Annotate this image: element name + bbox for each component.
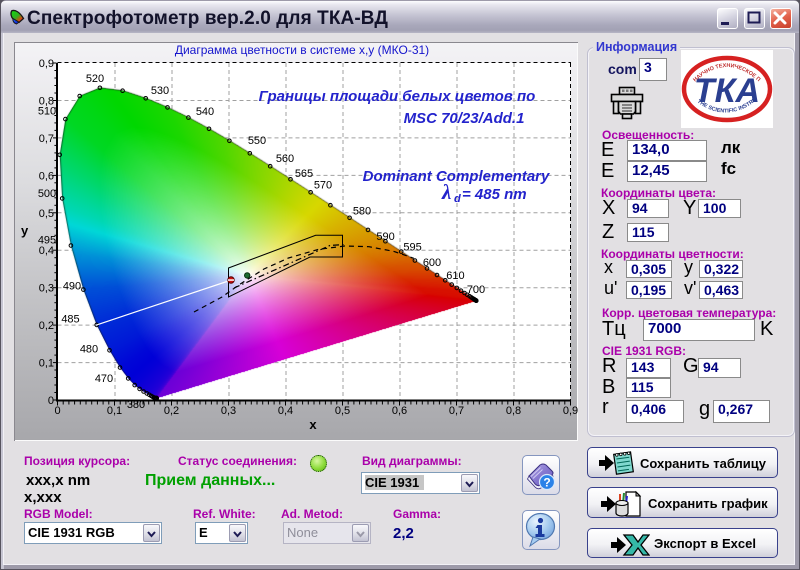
svg-text:500: 500 bbox=[38, 188, 56, 200]
svg-text:= 485 nm: = 485 nm bbox=[462, 186, 527, 203]
svg-text:380: 380 bbox=[127, 399, 145, 411]
svg-text:Dominant Complementary: Dominant Complementary bbox=[363, 168, 550, 185]
svg-text:485: 485 bbox=[61, 313, 79, 325]
svg-text:490: 490 bbox=[63, 280, 81, 292]
svg-text:λ: λ bbox=[441, 180, 451, 204]
svg-text:?: ? bbox=[543, 476, 550, 490]
svg-text:600: 600 bbox=[423, 257, 441, 269]
svg-text:590: 590 bbox=[376, 231, 394, 243]
svg-text:d: d bbox=[454, 193, 461, 205]
svg-text:565: 565 bbox=[295, 168, 313, 180]
svg-text:470: 470 bbox=[95, 373, 113, 385]
svg-text:520: 520 bbox=[86, 73, 104, 85]
svg-text:610: 610 bbox=[446, 270, 464, 282]
svg-text:595: 595 bbox=[403, 242, 421, 254]
svg-text:700: 700 bbox=[467, 284, 485, 296]
svg-text:MSC 70/23/Add.1: MSC 70/23/Add.1 bbox=[404, 110, 525, 127]
svg-text:Диаграмма цветности в системе: Диаграмма цветности в системе x,y (МКО-3… bbox=[175, 43, 429, 57]
svg-text:530: 530 bbox=[151, 85, 169, 97]
svg-text:550: 550 bbox=[248, 135, 266, 147]
svg-text:Границы площади белых цветов п: Границы площади белых цветов по bbox=[259, 88, 536, 105]
svg-text:580: 580 bbox=[353, 206, 371, 218]
svg-text:560: 560 bbox=[276, 153, 294, 165]
svg-text:510: 510 bbox=[38, 105, 56, 117]
svg-text:570: 570 bbox=[314, 180, 332, 192]
svg-text:495: 495 bbox=[38, 234, 56, 246]
svg-text:480: 480 bbox=[80, 343, 98, 355]
svg-text:540: 540 bbox=[196, 106, 214, 118]
